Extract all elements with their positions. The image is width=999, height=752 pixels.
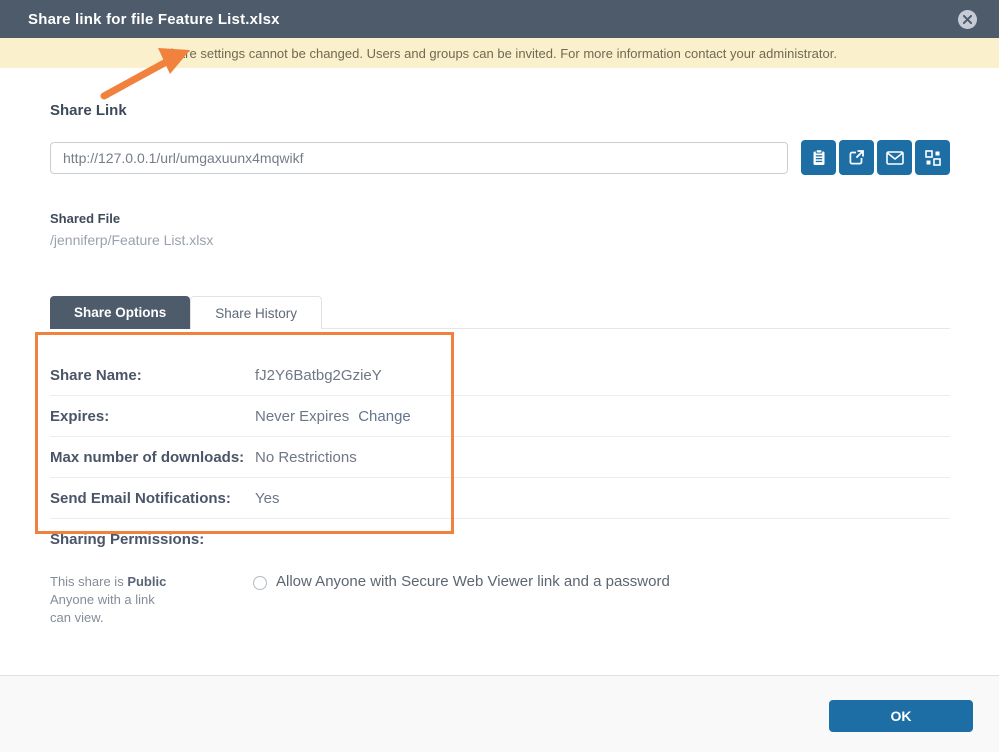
dialog-header: Share link for file Feature List.xlsx (0, 0, 999, 38)
warning-banner-text: Share settings cannot be changed. Users … (162, 46, 837, 61)
radio-label: Allow Anyone with Secure Web Viewer link… (276, 573, 670, 590)
share-link-row (50, 140, 950, 175)
qr-code-button[interactable] (915, 140, 950, 175)
row-label: Send Email Notifications: (50, 490, 255, 507)
share-visibility-note: This share is Public Anyone with a link … (50, 573, 253, 627)
close-x-glyph (963, 15, 972, 24)
note-line2: Anyone with a link (50, 592, 155, 607)
email-link-button[interactable] (877, 140, 912, 175)
share-link-heading: Share Link (50, 102, 950, 119)
tab-share-options[interactable]: Share Options (50, 296, 190, 329)
row-value: Yes (255, 490, 279, 507)
open-link-button[interactable] (839, 140, 874, 175)
ok-button[interactable]: OK (829, 700, 973, 732)
share-link-input[interactable] (50, 142, 788, 174)
clipboard-icon (811, 149, 827, 166)
row-label: Sharing Permissions: (50, 531, 255, 548)
note-public: Public (127, 574, 166, 589)
note-line3: can view. (50, 610, 103, 625)
secure-viewer-radio-option[interactable]: Allow Anyone with Secure Web Viewer link… (253, 573, 670, 627)
table-row-email-notifications: Send Email Notifications: Yes (50, 478, 950, 519)
share-link-dialog: Share link for file Feature List.xlsx Sh… (0, 0, 999, 752)
table-row-max-downloads: Max number of downloads: No Restrictions (50, 437, 950, 478)
table-row-sharing-permissions: Sharing Permissions: (50, 519, 950, 560)
dialog-title: Share link for file Feature List.xlsx (28, 11, 280, 28)
qr-code-icon (925, 150, 941, 166)
shared-file-heading: Shared File (50, 211, 950, 226)
share-options-table: Share Name: fJ2Y6Batbg2GzieY Expires: Ne… (50, 355, 950, 560)
row-label: Expires: (50, 408, 255, 425)
radio-button-icon[interactable] (253, 576, 267, 590)
share-link-actions (801, 140, 950, 175)
row-label: Share Name: (50, 367, 255, 384)
tab-bar: Share Options Share History (50, 295, 950, 329)
row-value: fJ2Y6Batbg2GzieY (255, 367, 382, 384)
dialog-footer: OK (0, 675, 999, 752)
close-icon[interactable] (958, 10, 977, 29)
tab-share-history[interactable]: Share History (190, 296, 322, 329)
permissions-section: This share is Public Anyone with a link … (50, 573, 950, 627)
external-link-icon (848, 149, 865, 166)
table-row-share-name: Share Name: fJ2Y6Batbg2GzieY (50, 355, 950, 396)
shared-file-path: /jenniferp/Feature List.xlsx (50, 232, 950, 248)
change-expiry-link[interactable]: Change (358, 408, 411, 425)
warning-banner: Share settings cannot be changed. Users … (0, 38, 999, 68)
row-label: Max number of downloads: (50, 449, 255, 466)
table-row-expires: Expires: Never Expires Change (50, 396, 950, 437)
envelope-icon (886, 151, 904, 165)
dialog-body: Share Link (0, 102, 999, 627)
row-value: No Restrictions (255, 449, 357, 466)
copy-to-clipboard-button[interactable] (801, 140, 836, 175)
note-prefix: This share is (50, 574, 127, 589)
row-value: Never Expires (255, 408, 349, 425)
